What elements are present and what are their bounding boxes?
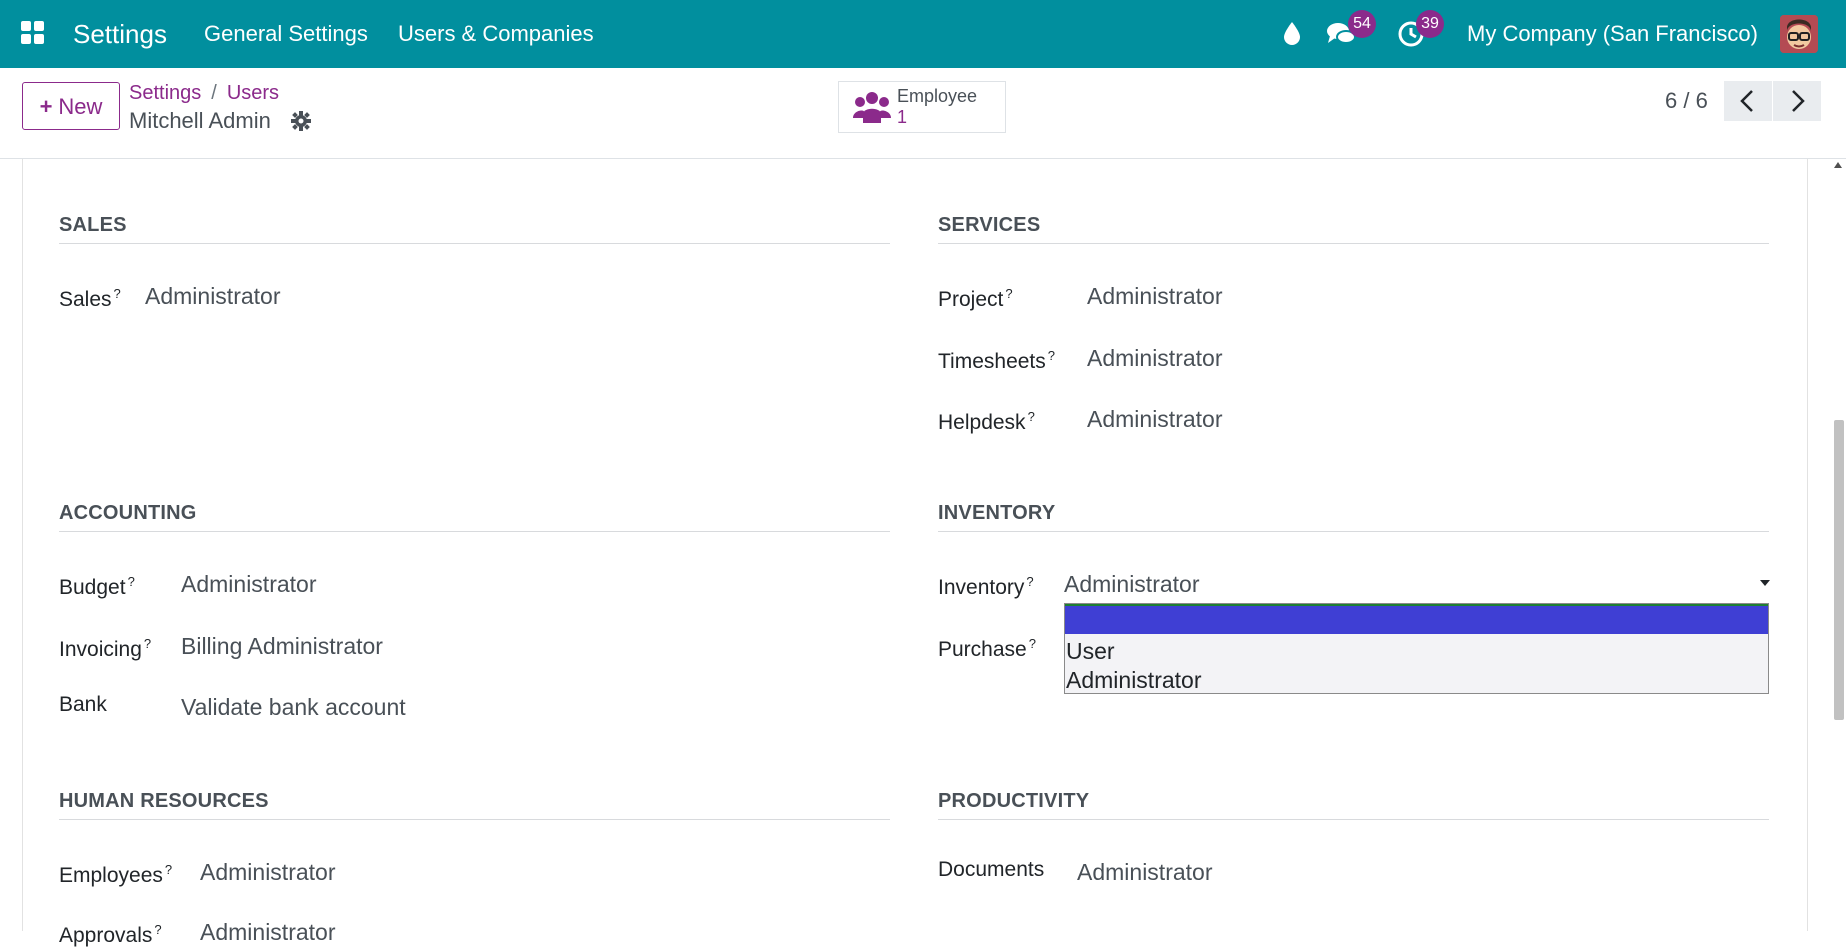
section-accounting-title: ACCOUNTING bbox=[59, 501, 890, 532]
help-icon[interactable]: ? bbox=[128, 574, 135, 589]
users-icon bbox=[853, 92, 891, 123]
app-title[interactable]: Settings bbox=[73, 17, 167, 51]
dropdown-option-administrator[interactable]: Administrator bbox=[1066, 666, 1201, 694]
employee-smart-button[interactable]: Employee 1 bbox=[838, 81, 1006, 133]
water-drop-icon[interactable] bbox=[1282, 21, 1302, 47]
control-panel: + New Settings / Users Mitchell Admin Emplo… bbox=[0, 68, 1846, 159]
field-value-project[interactable]: Administrator bbox=[1087, 281, 1222, 311]
help-icon[interactable]: ? bbox=[165, 862, 172, 877]
help-icon[interactable]: ? bbox=[1026, 574, 1033, 589]
pager-value[interactable]: 6 / 6 bbox=[1665, 87, 1708, 115]
top-navbar: Settings General Settings Users & Compan… bbox=[0, 0, 1846, 68]
field-label-approvals: Approvals? bbox=[59, 922, 162, 947]
dropdown-option-blank[interactable] bbox=[1065, 604, 1768, 634]
field-label-purchase: Purchase? bbox=[938, 636, 1036, 661]
field-value-documents[interactable]: Administrator bbox=[1077, 857, 1212, 887]
field-label-project: Project? bbox=[938, 286, 1013, 311]
smart-button-label: Employee bbox=[897, 86, 978, 106]
field-label-employees: Employees? bbox=[59, 862, 173, 887]
field-value-helpdesk[interactable]: Administrator bbox=[1087, 404, 1222, 434]
plus-icon: + bbox=[39, 94, 53, 119]
field-label-documents: Documents bbox=[938, 858, 1045, 881]
field-value-budget[interactable]: Administrator bbox=[181, 569, 316, 599]
breadcrumb: Settings / Users bbox=[129, 80, 279, 106]
field-label-budget: Budget? bbox=[59, 574, 135, 599]
inventory-select[interactable]: Administrator bbox=[1064, 569, 1199, 599]
field-label-timesheets: Timesheets? bbox=[938, 348, 1055, 373]
field-label-inventory: Inventory? bbox=[938, 574, 1034, 599]
pager-next-button[interactable] bbox=[1773, 81, 1821, 121]
scrollbar-thumb[interactable] bbox=[1834, 420, 1844, 720]
scroll-up-arrow-icon[interactable] bbox=[1834, 162, 1842, 168]
inventory-select-dropdown: User Administrator bbox=[1064, 603, 1769, 694]
field-value-timesheets[interactable]: Administrator bbox=[1087, 343, 1222, 373]
field-label-invoicing: Invoicing? bbox=[59, 636, 152, 661]
field-value-approvals[interactable]: Administrator bbox=[200, 917, 335, 947]
breadcrumb-users[interactable]: Users bbox=[227, 82, 279, 104]
apps-grid-icon[interactable] bbox=[21, 21, 45, 45]
section-inventory-title: INVENTORY bbox=[938, 501, 1769, 532]
field-label-bank: Bank bbox=[59, 693, 107, 716]
field-value-sales[interactable]: Administrator bbox=[145, 281, 280, 311]
field-label-helpdesk: Helpdesk? bbox=[938, 409, 1035, 434]
new-button[interactable]: + New bbox=[22, 82, 120, 130]
help-icon[interactable]: ? bbox=[1028, 409, 1035, 424]
section-human-resources-title: HUMAN RESOURCES bbox=[59, 789, 890, 820]
help-icon[interactable]: ? bbox=[1005, 286, 1012, 301]
avatar[interactable] bbox=[1780, 15, 1818, 53]
new-button-label: New bbox=[58, 94, 103, 119]
chevron-left-icon bbox=[1740, 90, 1753, 112]
breadcrumb-separator: / bbox=[211, 82, 217, 104]
section-services-title: SERVICES bbox=[938, 213, 1769, 244]
help-icon[interactable]: ? bbox=[114, 286, 121, 301]
pager-previous-button[interactable] bbox=[1724, 81, 1772, 121]
field-value-invoicing[interactable]: Billing Administrator bbox=[181, 631, 383, 661]
avatar-face-icon bbox=[1780, 15, 1818, 53]
field-value-bank[interactable]: Validate bank account bbox=[181, 692, 406, 722]
help-icon[interactable]: ? bbox=[154, 922, 161, 937]
chevron-right-icon bbox=[1792, 90, 1805, 112]
company-switcher[interactable]: My Company (San Francisco) bbox=[1467, 20, 1758, 48]
chevron-down-icon[interactable] bbox=[1760, 580, 1770, 586]
section-sales-title: SALES bbox=[59, 213, 890, 244]
help-icon[interactable]: ? bbox=[1029, 636, 1036, 651]
activities-badge: 39 bbox=[1416, 10, 1444, 38]
section-productivity-title: PRODUCTIVITY bbox=[938, 789, 1769, 820]
help-icon[interactable]: ? bbox=[1048, 348, 1055, 363]
breadcrumb-settings[interactable]: Settings bbox=[129, 82, 201, 104]
dropdown-option-user[interactable]: User bbox=[1066, 637, 1115, 665]
gear-icon[interactable] bbox=[291, 111, 311, 131]
menu-general-settings[interactable]: General Settings bbox=[204, 20, 368, 48]
menu-users-companies[interactable]: Users & Companies bbox=[398, 20, 594, 48]
smart-button-count: 1 bbox=[897, 107, 908, 127]
field-label-sales: Sales? bbox=[59, 286, 121, 311]
messages-badge: 54 bbox=[1348, 10, 1376, 38]
record-title: Mitchell Admin bbox=[129, 108, 271, 133]
help-icon[interactable]: ? bbox=[144, 636, 151, 651]
field-value-employees[interactable]: Administrator bbox=[200, 857, 335, 887]
